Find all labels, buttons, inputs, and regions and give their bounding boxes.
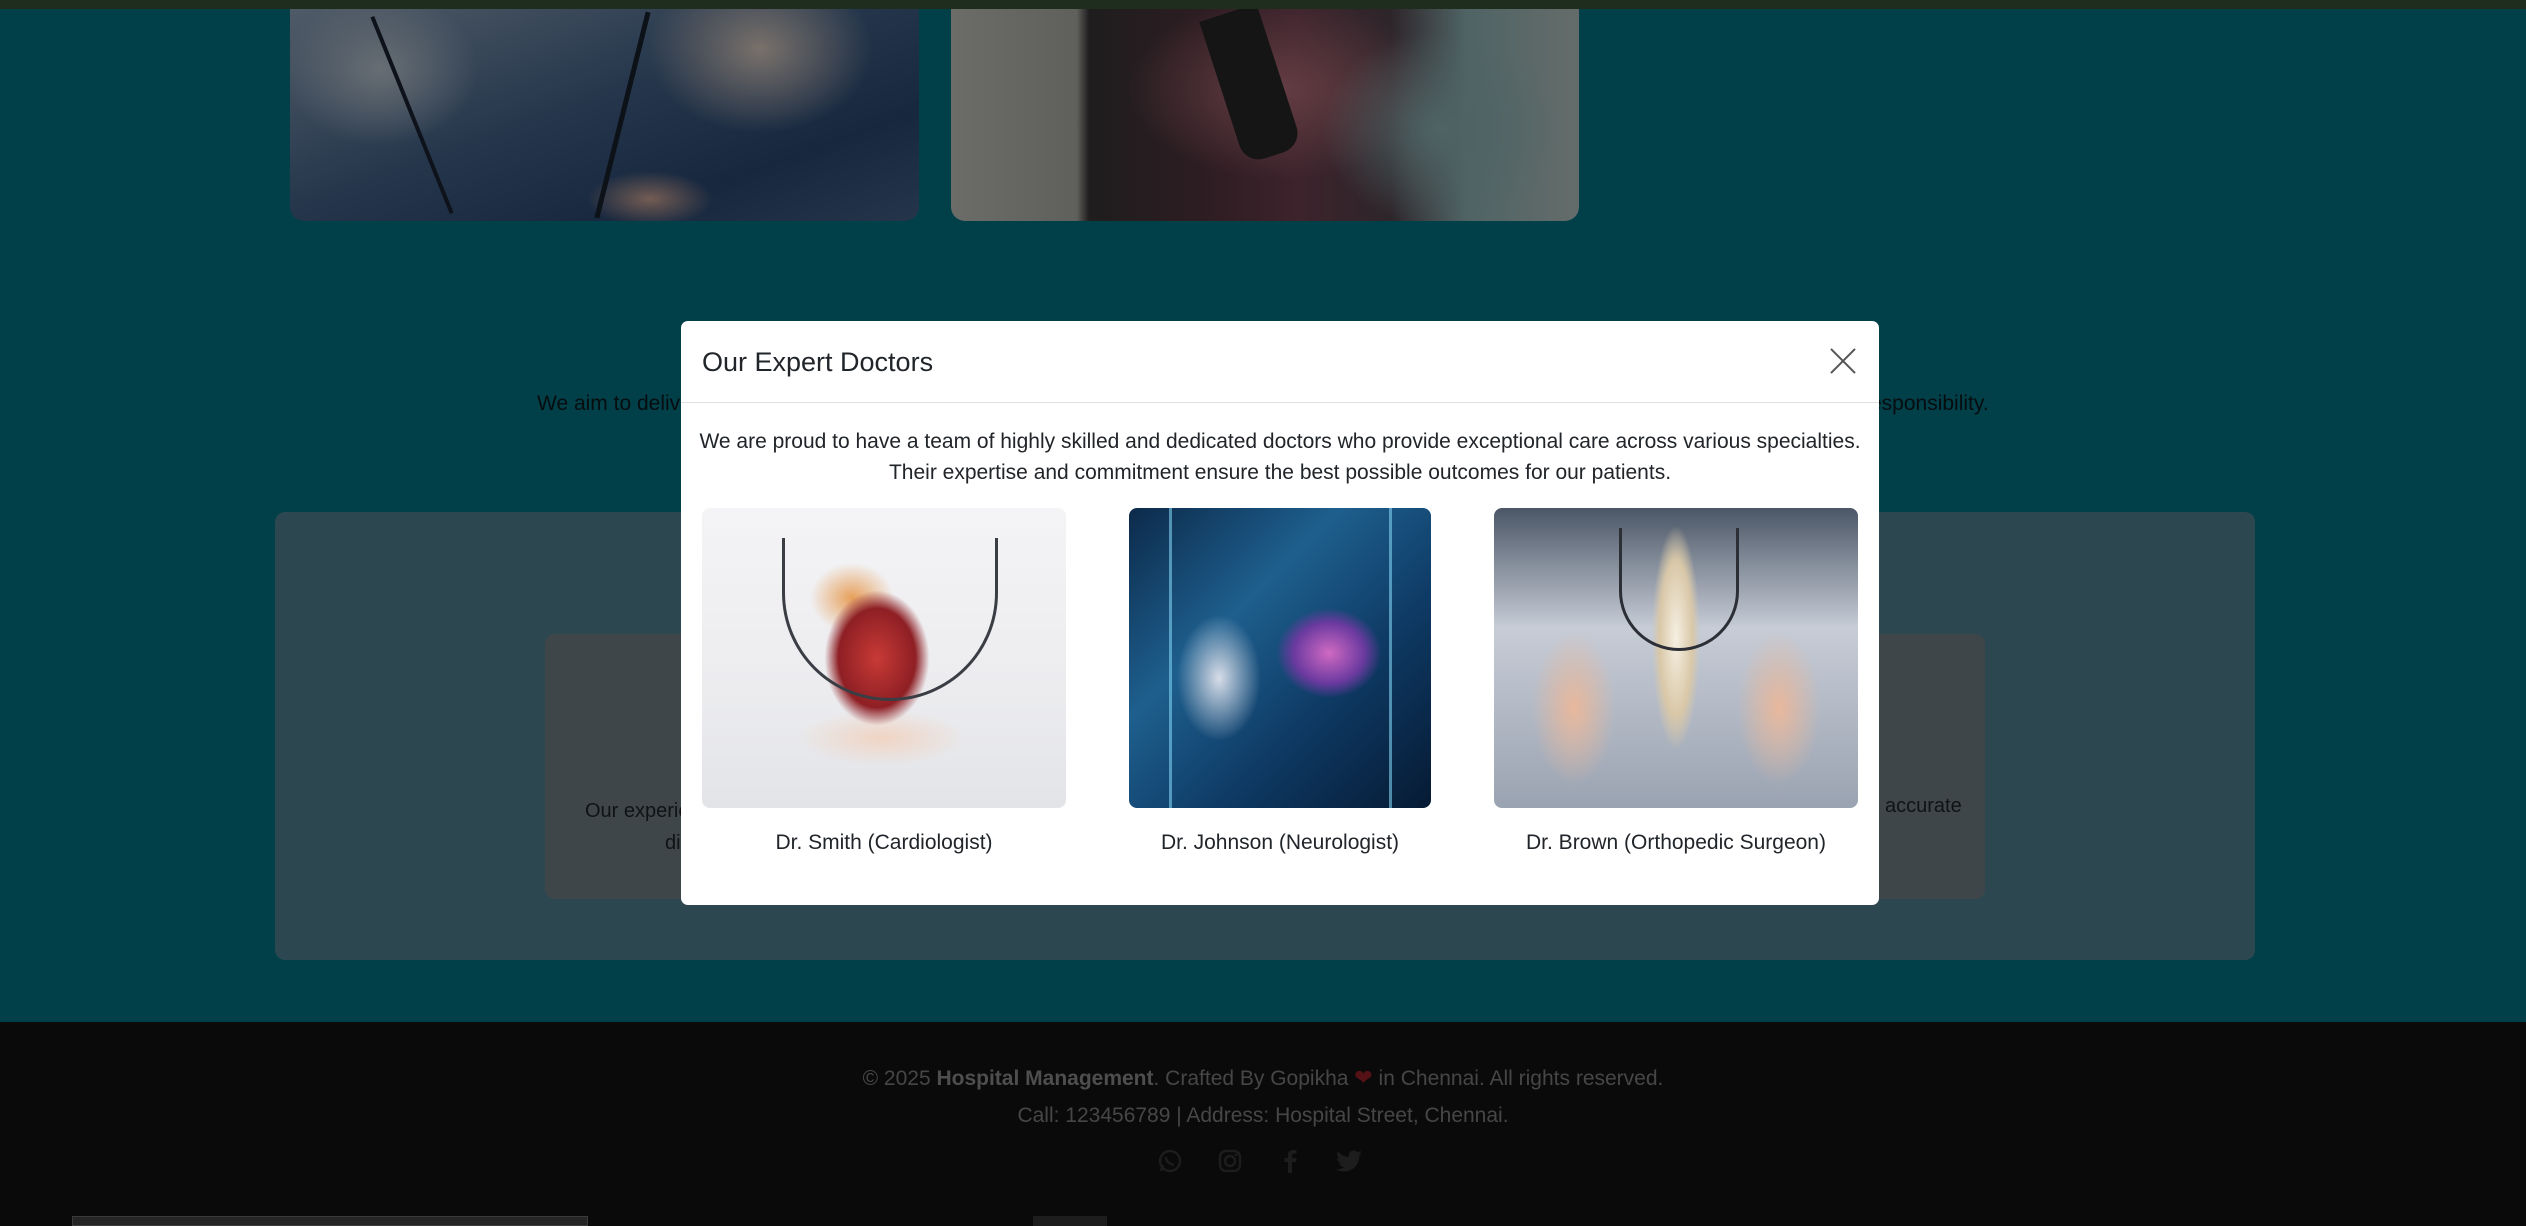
doctor-spine-image: [1494, 508, 1858, 808]
close-button[interactable]: [1829, 347, 1857, 375]
doctor-brain-image: [1129, 508, 1431, 808]
modal-intro-text: We are proud to have a team of highly sk…: [699, 430, 1861, 484]
doctor-caption: Dr. Brown (Orthopedic Surgeon): [1526, 831, 1826, 854]
modal-header: Our Expert Doctors: [681, 321, 1879, 403]
doctor-heart-image: [702, 508, 1066, 808]
modal-title: Our Expert Doctors: [702, 347, 934, 377]
doctors-modal: Our Expert Doctors We are proud to have …: [681, 321, 1879, 905]
doctor-caption: Dr. Smith (Cardiologist): [775, 831, 993, 854]
doctor-caption: Dr. Johnson (Neurologist): [1160, 831, 1400, 854]
